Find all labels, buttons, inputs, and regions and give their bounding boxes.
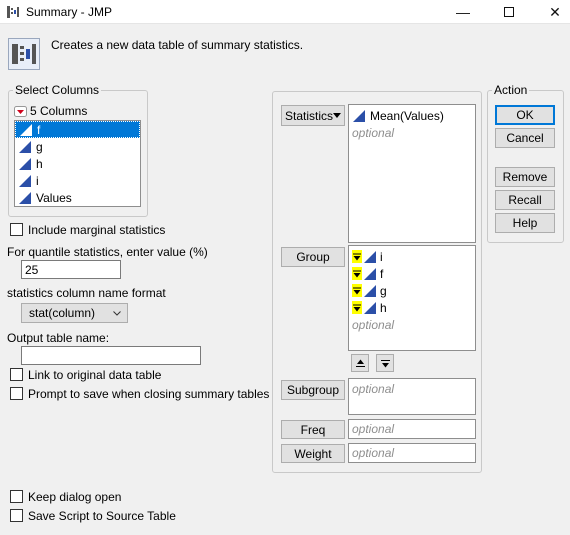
close-button[interactable]: ✕ (532, 0, 570, 24)
sort-ascending-icon (355, 359, 365, 367)
name-format-select[interactable]: stat(column) (21, 303, 128, 323)
remove-button[interactable]: Remove (495, 167, 555, 187)
column-label: h (36, 156, 43, 171)
sort-descending-icon (380, 359, 390, 367)
columns-listbox[interactable]: f g h i Values (14, 120, 141, 207)
minimize-button[interactable]: — (440, 0, 486, 24)
link-original-checkbox[interactable] (10, 368, 23, 381)
continuous-icon (364, 267, 376, 280)
cancel-button[interactable]: Cancel (495, 128, 555, 148)
jmp-app-icon (7, 6, 19, 18)
statistics-button[interactable]: Statistics (281, 105, 345, 126)
continuous-icon (364, 250, 376, 263)
chevron-down-icon (113, 310, 121, 316)
save-script-label: Save Script to Source Table (28, 509, 176, 523)
group-placeholder: optional (352, 317, 395, 332)
weight-button[interactable]: Weight (281, 444, 345, 463)
subgroup-button-label: Subgroup (286, 383, 340, 397)
weight-placeholder: optional (352, 446, 395, 460)
column-label: Values (36, 190, 72, 205)
weight-button-label: Weight (294, 446, 332, 461)
subgroup-listbox[interactable]: optional (348, 378, 476, 415)
quantile-input[interactable]: 25 (21, 260, 121, 279)
column-label: g (36, 139, 43, 154)
keep-open-label: Keep dialog open (28, 490, 122, 504)
minimize-icon: — (456, 4, 470, 20)
prompt-save-label: Prompt to save when closing summary tabl… (28, 387, 270, 401)
dropdown-arrow-icon (333, 113, 341, 118)
freq-button[interactable]: Freq (281, 420, 345, 439)
column-item-i[interactable]: i (15, 172, 140, 189)
output-name-label: Output table name: (7, 331, 110, 345)
column-item-g[interactable]: g (15, 138, 140, 155)
continuous-icon (19, 191, 31, 204)
sort-descending-button[interactable] (376, 354, 394, 372)
subgroup-button[interactable]: Subgroup (281, 380, 345, 400)
statistics-item-mean[interactable]: Mean(Values) (349, 107, 475, 124)
statistics-placeholder: optional (352, 125, 395, 140)
group-item-label: i (380, 249, 383, 264)
column-item-f[interactable]: f (15, 121, 140, 138)
group-button-label: Group (296, 250, 330, 264)
include-marginal-checkbox[interactable] (10, 223, 23, 236)
sort-descending-icon (352, 267, 362, 280)
continuous-icon (364, 301, 376, 314)
maximize-button[interactable] (486, 0, 532, 24)
sort-descending-icon (352, 301, 362, 314)
summary-platform-icon (8, 38, 40, 70)
continuous-icon (19, 157, 31, 170)
subgroup-placeholder: optional (352, 382, 395, 396)
prompt-save-checkbox[interactable] (10, 387, 23, 400)
group-item-label: f (380, 266, 384, 281)
name-format-value: stat(column) (29, 306, 96, 320)
group-item-g[interactable]: g (349, 282, 475, 299)
freq-button-label: Freq (300, 422, 326, 437)
statistics-button-label: Statistics (285, 108, 334, 123)
sort-ascending-button[interactable] (351, 354, 369, 372)
continuous-icon (19, 140, 31, 153)
columns-count-label: 5 Columns (30, 104, 88, 118)
close-icon: ✕ (549, 3, 561, 20)
keep-open-checkbox[interactable] (10, 490, 23, 503)
group-item-label: h (380, 300, 387, 315)
window-title: Summary - JMP (26, 5, 113, 19)
select-columns-legend: Select Columns (13, 83, 102, 97)
weight-field[interactable]: optional (348, 443, 476, 463)
output-name-input[interactable] (21, 346, 201, 365)
continuous-icon (353, 109, 365, 122)
quantile-label: For quantile statistics, enter value (%) (7, 245, 208, 259)
continuous-icon (20, 123, 32, 136)
ok-button[interactable]: OK (495, 105, 555, 125)
help-button[interactable]: Help (495, 213, 555, 233)
sort-descending-icon (352, 250, 362, 263)
action-legend: Action (492, 83, 530, 97)
freq-field[interactable]: optional (348, 419, 476, 439)
save-script-checkbox[interactable] (10, 509, 23, 522)
group-button[interactable]: Group (281, 247, 345, 267)
group-item-h[interactable]: h (349, 299, 475, 316)
column-item-h[interactable]: h (15, 155, 140, 172)
group-item-label: g (380, 283, 387, 298)
red-triangle-menu-icon (14, 105, 27, 117)
group-listbox[interactable]: i f g h optional (348, 245, 476, 351)
recall-button[interactable]: Recall (495, 190, 555, 210)
continuous-icon (19, 174, 31, 187)
continuous-icon (364, 284, 376, 297)
column-label: i (36, 173, 39, 188)
description-text: Creates a new data table of summary stat… (51, 38, 304, 52)
name-format-label: statistics column name format (7, 286, 166, 300)
statistics-item-label: Mean(Values) (370, 108, 444, 123)
group-item-f[interactable]: f (349, 265, 475, 282)
column-item-values[interactable]: Values (15, 189, 140, 206)
sort-descending-icon (352, 284, 362, 297)
statistics-listbox[interactable]: Mean(Values) optional (348, 104, 476, 243)
maximize-icon (504, 7, 514, 17)
freq-placeholder: optional (352, 422, 395, 436)
include-marginal-label: Include marginal statistics (28, 223, 166, 237)
link-original-label: Link to original data table (28, 368, 162, 382)
column-label: f (37, 122, 41, 137)
group-item-i[interactable]: i (349, 248, 475, 265)
columns-count-dropdown[interactable]: 5 Columns (14, 104, 87, 118)
